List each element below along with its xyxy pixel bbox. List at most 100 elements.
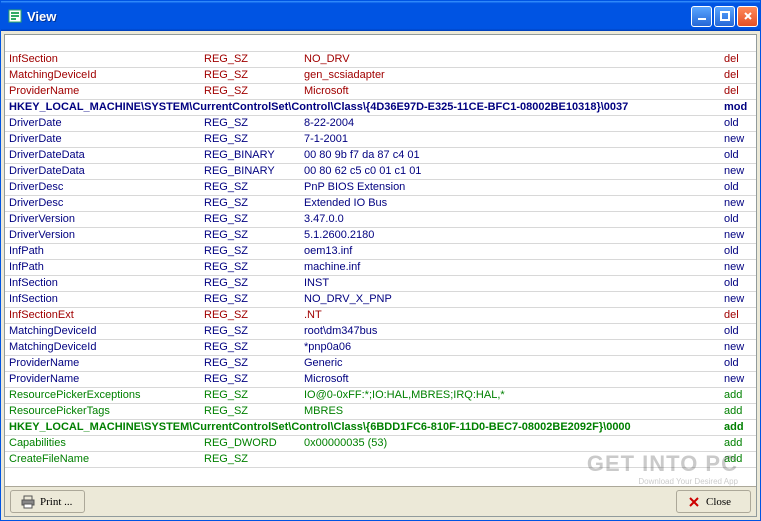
cell-value: IO@0-0xFF:*;IO:HAL,MBRES;IRQ:HAL,* <box>300 387 716 403</box>
table-row[interactable]: InfSectionExtREG_SZ.NTdel <box>5 307 756 323</box>
table-row[interactable]: MatchingDeviceIdREG_SZroot\dm347busold <box>5 323 756 339</box>
cell-action: new <box>716 259 756 275</box>
cell-value: oem13.inf <box>300 243 716 259</box>
cell-action: add <box>716 403 756 419</box>
cell-action: old <box>716 211 756 227</box>
cell-name: DriverDesc <box>5 195 200 211</box>
cell-name: InfPath <box>5 259 200 275</box>
table-row[interactable]: InfSectionREG_SZINSTold <box>5 275 756 291</box>
table-row[interactable]: DriverDateDataREG_BINARY00 80 62 c5 c0 0… <box>5 163 756 179</box>
cell-type: REG_SZ <box>200 115 300 131</box>
table-row[interactable]: DriverVersionREG_SZ3.47.0.0old <box>5 211 756 227</box>
cell-type: REG_BINARY <box>200 163 300 179</box>
table-row[interactable]: CapabilitiesREG_DWORD0x00000035 (53)add <box>5 435 756 451</box>
titlebar[interactable]: View <box>1 1 760 31</box>
cell-action: new <box>716 195 756 211</box>
table-row[interactable]: MatchingDeviceIdREG_SZ*pnp0a06new <box>5 339 756 355</box>
table-scroll[interactable]: InfSectionREG_SZNO_DRVdelMatchingDeviceI… <box>5 35 756 486</box>
table-row[interactable]: InfPathREG_SZoem13.infold <box>5 243 756 259</box>
cell-type: REG_SZ <box>200 291 300 307</box>
table-row[interactable]: DriverDateREG_SZ8-22-2004old <box>5 115 756 131</box>
cell-type: REG_SZ <box>200 355 300 371</box>
cell-value: 0x00000035 (53) <box>300 435 716 451</box>
cell-name: ProviderName <box>5 371 200 387</box>
cell-name: InfPath <box>5 243 200 259</box>
cell-name: CreateFileName <box>5 451 200 467</box>
table-row[interactable]: CreateFileNameREG_SZadd <box>5 451 756 467</box>
cell-type: REG_SZ <box>200 195 300 211</box>
cell-value: machine.inf <box>300 259 716 275</box>
cell-action: old <box>716 179 756 195</box>
cell-type: REG_SZ <box>200 403 300 419</box>
cell-type: REG_SZ <box>200 83 300 99</box>
table-row[interactable]: DriverDateREG_SZ7-1-2001new <box>5 131 756 147</box>
cell-name: DriverDate <box>5 115 200 131</box>
maximize-button[interactable] <box>714 6 735 27</box>
table-row[interactable]: HKEY_LOCAL_MACHINE\SYSTEM\CurrentControl… <box>5 99 756 115</box>
cell-action: mod <box>716 99 756 115</box>
table-row[interactable]: ResourcePickerExceptionsREG_SZIO@0-0xFF:… <box>5 387 756 403</box>
cell-name <box>5 35 200 51</box>
cell-value: gen_scsiadapter <box>300 67 716 83</box>
app-icon <box>7 8 23 24</box>
cell-type: REG_SZ <box>200 323 300 339</box>
cell-type: REG_SZ <box>200 227 300 243</box>
cell-name: InfSection <box>5 291 200 307</box>
cell-value: 7-1-2001 <box>300 131 716 147</box>
table-row[interactable]: HKEY_LOCAL_MACHINE\SYSTEM\CurrentControl… <box>5 419 756 435</box>
cell-type <box>200 35 300 51</box>
cell-value: 3.47.0.0 <box>300 211 716 227</box>
cell-type: REG_SZ <box>200 275 300 291</box>
cell-value: 00 80 9b f7 da 87 c4 01 <box>300 147 716 163</box>
cell-name: MatchingDeviceId <box>5 67 200 83</box>
cell-value: PnP BIOS Extension <box>300 179 716 195</box>
table-row[interactable]: ProviderNameREG_SZMicrosoftdel <box>5 83 756 99</box>
table-row[interactable] <box>5 35 756 51</box>
cell-value: NO_DRV <box>300 51 716 67</box>
table-row[interactable]: InfPathREG_SZmachine.infnew <box>5 259 756 275</box>
cell-name: DriverVersion <box>5 227 200 243</box>
close-window-button[interactable] <box>737 6 758 27</box>
print-button[interactable]: Print ... <box>10 490 85 513</box>
cell-value: 00 80 62 c5 c0 01 c1 01 <box>300 163 716 179</box>
cell-type: REG_SZ <box>200 179 300 195</box>
cell-value: root\dm347bus <box>300 323 716 339</box>
table-row[interactable]: ProviderNameREG_SZGenericold <box>5 355 756 371</box>
table-row[interactable]: ResourcePickerTagsREG_SZMBRESadd <box>5 403 756 419</box>
window-frame: View InfSectionREG_SZNO_DRVdelMatchingDe… <box>0 0 761 521</box>
table-row[interactable]: InfSectionREG_SZNO_DRVdel <box>5 51 756 67</box>
cell-type: REG_SZ <box>200 131 300 147</box>
cell-action: new <box>716 291 756 307</box>
window-title: View <box>27 9 691 24</box>
cell-action: new <box>716 163 756 179</box>
table-row[interactable]: DriverVersionREG_SZ5.1.2600.2180new <box>5 227 756 243</box>
minimize-button[interactable] <box>691 6 712 27</box>
cell-action: old <box>716 323 756 339</box>
table-row[interactable]: InfSectionREG_SZNO_DRV_X_PNPnew <box>5 291 756 307</box>
table-row[interactable]: MatchingDeviceIdREG_SZgen_scsiadapterdel <box>5 67 756 83</box>
cell-action: add <box>716 451 756 467</box>
cell-action: new <box>716 131 756 147</box>
cell-name: InfSectionExt <box>5 307 200 323</box>
cell-value: Microsoft <box>300 371 716 387</box>
table-row[interactable]: DriverDescREG_SZPnP BIOS Extensionold <box>5 179 756 195</box>
cell-action: del <box>716 51 756 67</box>
cell-keypath: HKEY_LOCAL_MACHINE\SYSTEM\CurrentControl… <box>5 419 716 435</box>
cell-type: REG_BINARY <box>200 147 300 163</box>
print-button-label: Print ... <box>40 496 72 508</box>
cell-name: MatchingDeviceId <box>5 323 200 339</box>
cell-type: REG_SZ <box>200 67 300 83</box>
close-button[interactable]: Close <box>676 490 751 513</box>
cell-value: *pnp0a06 <box>300 339 716 355</box>
table-row[interactable]: DriverDateDataREG_BINARY00 80 9b f7 da 8… <box>5 147 756 163</box>
cell-keypath: HKEY_LOCAL_MACHINE\SYSTEM\CurrentControl… <box>5 99 716 115</box>
cell-name: DriverDateData <box>5 147 200 163</box>
cell-value: Generic <box>300 355 716 371</box>
cell-name: ProviderName <box>5 83 200 99</box>
cell-value: NO_DRV_X_PNP <box>300 291 716 307</box>
table-row[interactable]: DriverDescREG_SZExtended IO Busnew <box>5 195 756 211</box>
table-row[interactable]: ProviderNameREG_SZMicrosoftnew <box>5 371 756 387</box>
registry-diff-table: InfSectionREG_SZNO_DRVdelMatchingDeviceI… <box>5 35 756 468</box>
cell-action: old <box>716 243 756 259</box>
cell-action: old <box>716 275 756 291</box>
